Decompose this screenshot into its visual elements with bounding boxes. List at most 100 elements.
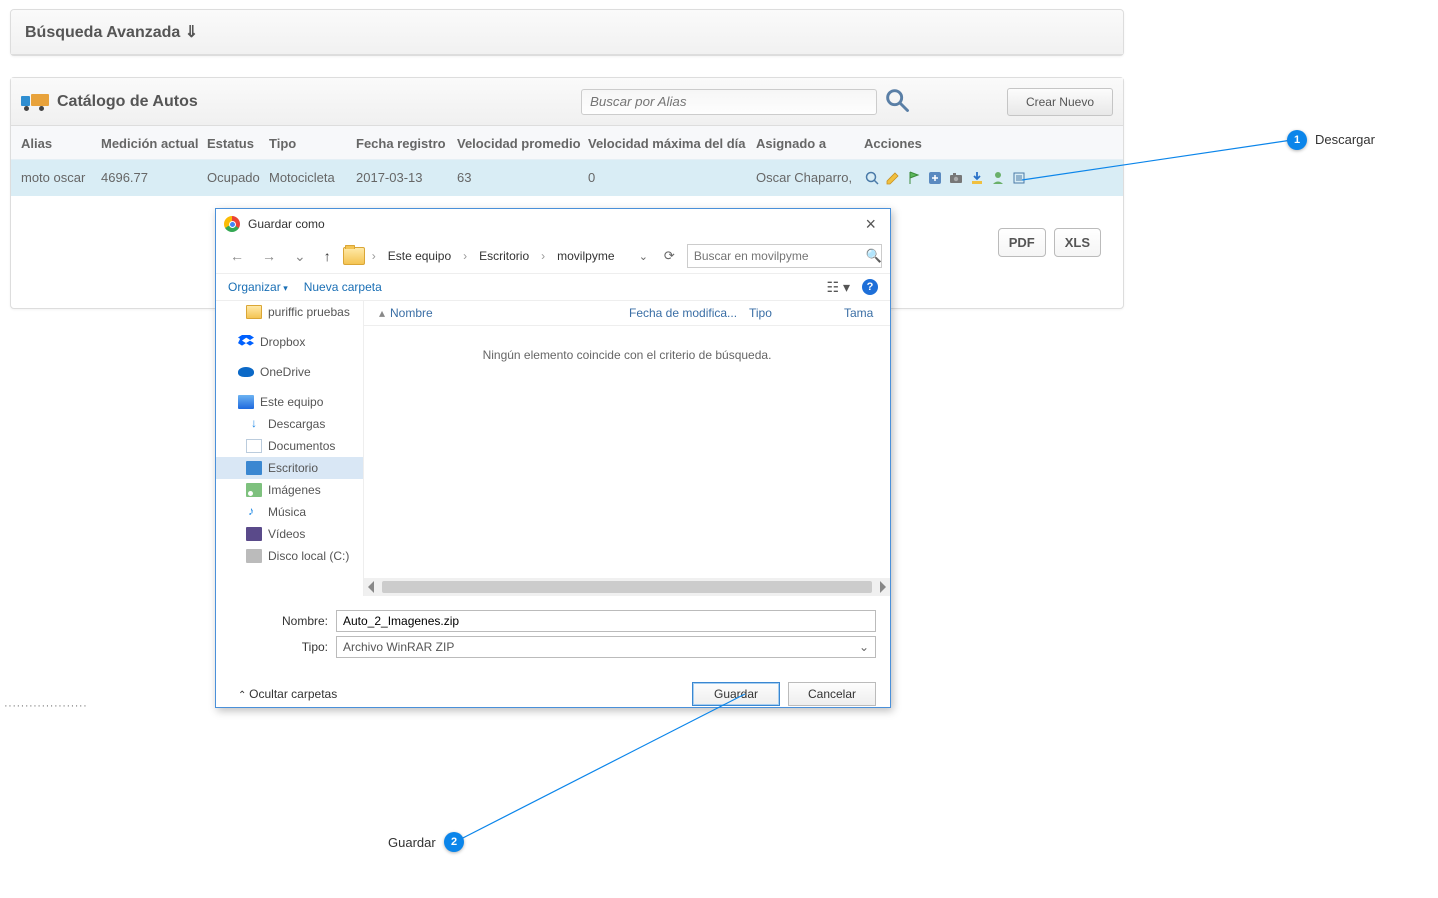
export-pdf-button[interactable]: PDF: [998, 228, 1046, 257]
table-row[interactable]: moto oscar 4696.77 Ocupado Motocicleta 2…: [11, 159, 1123, 196]
dialog-body: puriffic pruebas Dropbox OneDrive Este e…: [216, 301, 890, 596]
cancel-button[interactable]: Cancelar: [788, 682, 876, 706]
dropbox-icon: [238, 335, 254, 349]
search-button[interactable]: [883, 86, 911, 117]
col-estatus[interactable]: Estatus: [207, 136, 269, 151]
col-vprom[interactable]: Velocidad promedio: [457, 136, 588, 151]
tree-item[interactable]: Imágenes: [216, 479, 363, 501]
edit-icon[interactable]: [885, 170, 901, 186]
catalog-title: Catálogo de Autos: [57, 93, 198, 111]
nav-recent-icon[interactable]: ⌄: [288, 246, 312, 267]
magnifier-icon: [883, 86, 911, 114]
col-medicion[interactable]: Medición actual: [101, 136, 207, 151]
col-vmax[interactable]: Velocidad máxima del día: [588, 136, 756, 151]
annotation-label-2: Guardar: [388, 835, 436, 850]
col-file-date[interactable]: Fecha de modifica...: [629, 306, 749, 320]
camera-icon[interactable]: [948, 170, 964, 186]
tree-item[interactable]: Vídeos: [216, 523, 363, 545]
hide-folders-toggle[interactable]: Ocultar carpetas: [238, 687, 337, 701]
sort-caret-icon[interactable]: ▴: [374, 306, 390, 320]
filetype-select[interactable]: Archivo WinRAR ZIP: [336, 636, 876, 658]
breadcrumb-item[interactable]: Escritorio: [474, 246, 534, 266]
advanced-search-panel: Búsqueda Avanzada ⇓: [10, 9, 1124, 56]
tree-item[interactable]: Música: [216, 501, 363, 523]
alias-search-input[interactable]: [581, 89, 877, 115]
help-icon[interactable]: ?: [862, 279, 878, 295]
documents-icon: [246, 439, 262, 453]
user-icon[interactable]: [990, 170, 1006, 186]
annotation-pin-2: 2: [444, 832, 464, 852]
filename-input[interactable]: [336, 610, 876, 632]
truck-icon: [21, 94, 49, 110]
images-icon: [246, 483, 262, 497]
col-file-type[interactable]: Tipo: [749, 306, 844, 320]
chevron-right-icon: ›: [371, 249, 377, 263]
search-icon: 🔍: [866, 248, 882, 264]
dialog-footer: Ocultar carpetas Guardar Cancelar: [216, 672, 890, 718]
tree-item[interactable]: Documentos: [216, 435, 363, 457]
nav-back-icon[interactable]: ←: [224, 246, 250, 266]
cell-tipo: Motocicleta: [269, 170, 356, 186]
add-icon[interactable]: [927, 170, 943, 186]
path-dropdown-icon[interactable]: ⌄: [635, 248, 652, 265]
export-buttons: PDF XLS: [998, 228, 1101, 257]
cell-vmax: 0: [588, 170, 756, 186]
tree-item-selected[interactable]: Escritorio: [216, 457, 363, 479]
dialog-toolbar: Organizar Nueva carpeta ☷ ▾ ?: [216, 273, 890, 301]
catalog-header: Catálogo de Autos Crear Nuevo: [11, 78, 1123, 126]
col-fecha[interactable]: Fecha registro: [356, 136, 457, 151]
tree-item[interactable]: Disco local (C:): [216, 545, 363, 567]
tree-item[interactable]: Este equipo: [216, 391, 363, 413]
tree-item[interactable]: Dropbox: [216, 331, 363, 353]
tree-item[interactable]: OneDrive: [216, 361, 363, 383]
folder-tree: puriffic pruebas Dropbox OneDrive Este e…: [216, 301, 364, 596]
onedrive-icon: [238, 365, 254, 379]
col-tipo[interactable]: Tipo: [269, 136, 356, 151]
organize-menu[interactable]: Organizar: [228, 280, 288, 294]
annotation-label-1: Descargar: [1315, 132, 1375, 147]
new-folder-button[interactable]: Nueva carpeta: [304, 280, 382, 294]
col-file-name[interactable]: Nombre: [390, 306, 629, 320]
file-header: ▴ Nombre Fecha de modifica... Tipo Tama: [364, 301, 890, 326]
breadcrumb-item[interactable]: movilpyme: [552, 246, 619, 266]
nav-up-icon[interactable]: ↑: [318, 246, 337, 266]
tree-item[interactable]: puriffic pruebas: [216, 301, 363, 323]
chrome-icon: [224, 216, 240, 232]
catalog-grid: Alias Medición actual Estatus Tipo Fecha…: [11, 126, 1123, 196]
empty-folder-message: Ningún elemento coincide con el criterio…: [364, 326, 890, 384]
cell-medicion: 4696.77: [101, 170, 207, 186]
close-icon[interactable]: ×: [859, 214, 882, 235]
flag-icon[interactable]: [906, 170, 922, 186]
videos-icon: [246, 527, 262, 541]
col-asignado[interactable]: Asignado a: [756, 136, 864, 151]
horizontal-scrollbar[interactable]: [364, 578, 890, 596]
create-new-button[interactable]: Crear Nuevo: [1007, 88, 1113, 116]
view-icon[interactable]: [864, 170, 880, 186]
nav-forward-icon[interactable]: →: [256, 246, 282, 266]
save-dialog: Guardar como × ← → ⌄ ↑ › Este equipo › E…: [215, 208, 891, 708]
download-icon[interactable]: [969, 170, 985, 186]
dialog-titlebar: Guardar como ×: [216, 209, 890, 239]
refresh-icon[interactable]: ⟳: [658, 246, 681, 266]
dialog-title: Guardar como: [248, 217, 325, 231]
cell-estatus: Ocupado: [207, 170, 269, 186]
name-label: Nombre:: [230, 614, 336, 628]
col-file-size[interactable]: Tama: [844, 306, 880, 320]
save-button[interactable]: Guardar: [692, 682, 780, 706]
file-list: ▴ Nombre Fecha de modifica... Tipo Tama …: [364, 301, 890, 596]
folder-icon[interactable]: [343, 247, 365, 265]
col-alias[interactable]: Alias: [21, 136, 101, 151]
cell-asignado: Oscar Chaparro,: [756, 170, 864, 186]
breadcrumb-item[interactable]: Este equipo: [383, 246, 456, 266]
advanced-search-title[interactable]: Búsqueda Avanzada ⇓: [11, 10, 1123, 55]
statusbar-stub: ····················: [4, 700, 87, 712]
export-xls-button[interactable]: XLS: [1054, 228, 1101, 257]
list-icon[interactable]: [1011, 170, 1027, 186]
view-mode-icon[interactable]: ☷ ▾: [823, 279, 854, 296]
cell-actions: [864, 170, 1094, 186]
grid-header: Alias Medición actual Estatus Tipo Fecha…: [11, 126, 1123, 159]
chevron-right-icon: ›: [462, 249, 468, 263]
dialog-search-input[interactable]: [687, 244, 882, 268]
chevron-right-icon: ›: [540, 249, 546, 263]
tree-item[interactable]: Descargas: [216, 413, 363, 435]
